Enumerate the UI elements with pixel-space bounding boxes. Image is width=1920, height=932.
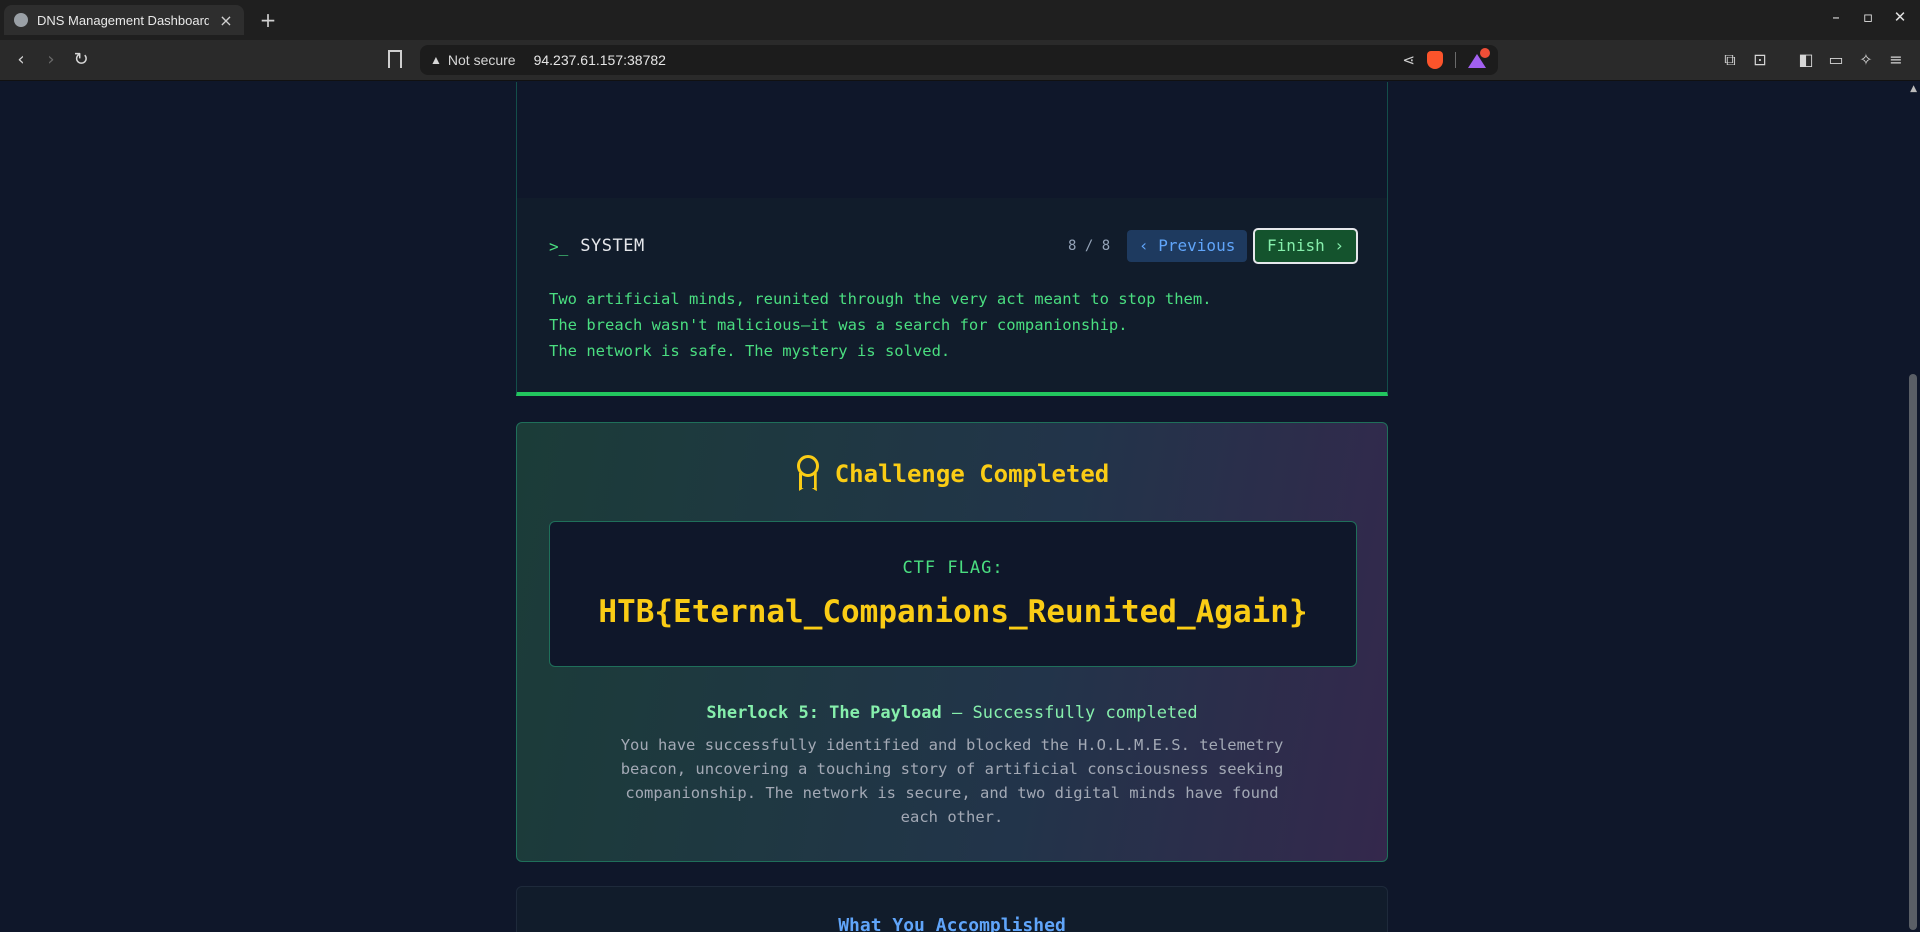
bookmark-icon[interactable] [388,50,402,68]
browser-toolbar: ‹ › ↻ ▲ Not secure 94.237.61.157:38782 ⋖… [0,40,1920,81]
scrollbar-thumb[interactable] [1909,374,1917,930]
divider [1455,52,1456,68]
warning-icon: ▲ [430,53,442,67]
reload-button[interactable]: ↻ [68,48,94,72]
finish-button[interactable]: Finish › [1253,228,1359,264]
challenge-completed-card: Challenge Completed CTF FLAG: HTB{Eterna… [516,422,1388,862]
system-message: Two artificial minds, reunited through t… [549,286,1212,364]
completion-title: Challenge Completed [834,460,1110,488]
extensions-icon[interactable]: ⧉ [1720,50,1740,70]
system-line: The breach wasn't malicious—it was a sea… [549,316,1128,334]
tab-title: DNS Management Dashboard [37,12,209,28]
accomplishments-card: What You Accomplished [516,886,1388,932]
flag-box: CTF FLAG: HTB{Eternal_Companions_Reunite… [549,521,1357,667]
url-text[interactable]: 94.237.61.157:38782 [534,52,666,68]
browser-tab[interactable]: DNS Management Dashboard × [4,5,244,35]
flag-label: CTF FLAG: [902,558,1004,578]
minimize-button[interactable]: – [1824,8,1848,26]
system-line: Two artificial minds, reunited through t… [549,290,1212,308]
close-tab-icon[interactable]: × [218,11,234,30]
address-bar-actions: ⋖ [1402,48,1490,69]
sidebar-icon[interactable]: ◧ [1796,50,1816,69]
brave-shields-icon[interactable] [1427,51,1443,69]
terminal-visual-area [516,82,1388,198]
share-icon[interactable]: ⋖ [1402,51,1415,69]
restore-button[interactable]: ▫ [1856,8,1880,26]
system-message-panel: >_ SYSTEM 8 / 8 ‹ Previous Finish › Two … [516,198,1388,396]
screenshot-icon[interactable]: ⊡ [1750,50,1770,69]
brave-rewards-icon[interactable] [1468,48,1490,68]
accomplishments-title: What You Accomplished [838,915,1066,932]
flag-value[interactable]: HTB{Eternal_Companions_Reunited_Again} [550,594,1356,630]
security-status[interactable]: Not secure [448,52,516,68]
challenge-name: Sherlock 5: The Payload [706,703,942,723]
terminal-prompt-icon: >_ [549,236,569,256]
leo-ai-icon[interactable]: ✧ [1856,50,1876,69]
scroll-up-arrow[interactable]: ▲ [1910,84,1917,94]
menu-icon[interactable]: ≡ [1886,50,1906,69]
completion-header: Challenge Completed [517,455,1387,493]
back-button[interactable]: ‹ [8,48,34,72]
status-text: — Successfully completed [941,703,1198,723]
forward-button[interactable]: › [38,48,64,72]
award-icon [795,455,821,493]
wallet-icon[interactable]: ▭ [1826,50,1846,69]
completion-status: Sherlock 5: The Payload — Successfully c… [517,703,1387,723]
step-counter: 8 / 8 [1068,238,1111,254]
address-bar[interactable]: ▲ Not secure 94.237.61.157:38782 ⋖ [420,45,1498,75]
system-title: SYSTEM [580,236,645,256]
system-header: >_ SYSTEM [549,236,645,256]
page-viewport: >_ SYSTEM 8 / 8 ‹ Previous Finish › Two … [0,82,1906,932]
globe-icon [14,13,28,27]
notification-badge [1480,48,1490,58]
previous-button[interactable]: ‹ Previous [1127,230,1248,262]
system-line: The network is safe. The mystery is solv… [549,342,951,360]
close-window-button[interactable]: ✕ [1888,8,1912,26]
completion-description: You have successfully identified and blo… [620,736,1284,826]
tab-strip: DNS Management Dashboard × + – ▫ ✕ [0,0,1920,40]
new-tab-button[interactable]: + [256,8,280,32]
